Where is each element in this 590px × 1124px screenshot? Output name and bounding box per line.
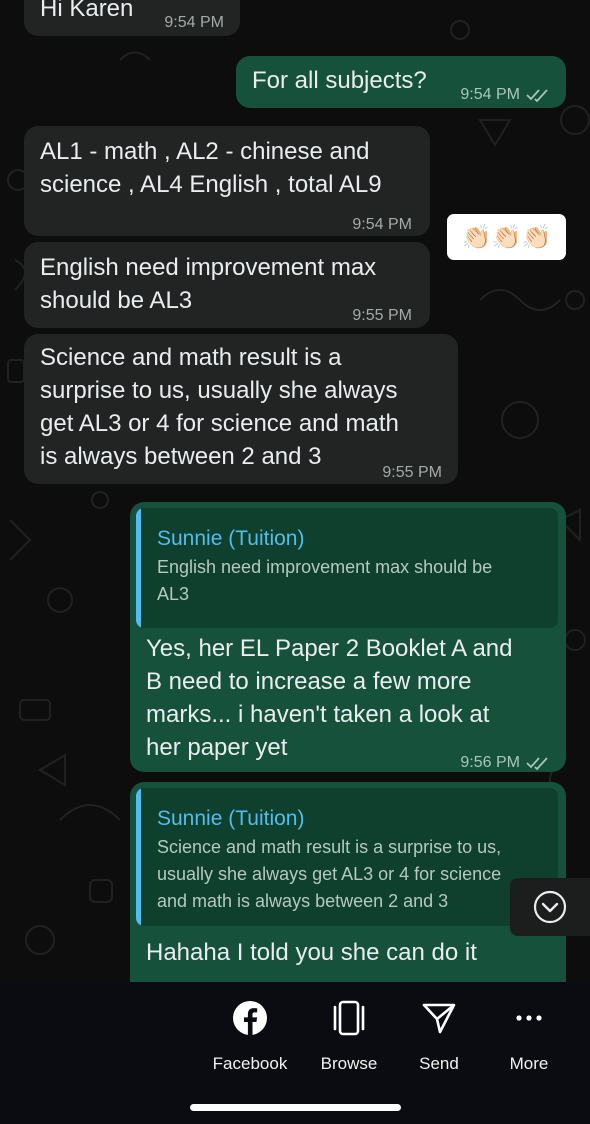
message-bubble-incoming[interactable]: Science and math result is a surprise to… <box>24 334 458 484</box>
message-bubble-incoming[interactable]: AL1 - math , AL2 - chinese and science ,… <box>24 126 430 236</box>
message-text: For all subjects? <box>252 67 427 94</box>
message-time: 9:55 PM <box>382 464 442 481</box>
send-button[interactable]: Send <box>394 996 484 1074</box>
message-bubble-incoming[interactable]: Hi Karen 9:54 PM <box>24 0 240 36</box>
message-time: 9:55 PM <box>352 307 412 324</box>
quote-sender-name: Sunnie (Tuition) <box>157 807 305 830</box>
facebook-icon <box>233 1001 267 1035</box>
message-bubble-outgoing[interactable]: For all subjects? 9:54 PM <box>236 56 566 108</box>
message-meta: 9:56 PM <box>460 746 550 779</box>
quote-text: English need improvement max should be A… <box>157 557 493 604</box>
quote-accent-bar <box>136 508 141 628</box>
chat-area[interactable]: Hi Karen 9:54 PM For all subjects? 9:54 … <box>0 0 590 982</box>
read-ticks-icon <box>526 756 548 770</box>
message-bubble-outgoing-reply[interactable]: Sunnie (Tuition) Science and math result… <box>130 782 566 982</box>
quoted-message[interactable]: Sunnie (Tuition) Science and math result… <box>136 788 558 926</box>
message-text: Yes, her EL Paper 2 Booklet A and B need… <box>146 635 513 761</box>
chevron-down-circle-icon <box>533 890 567 924</box>
action-label: Browse <box>320 1054 378 1073</box>
quoted-message[interactable]: Sunnie (Tuition) English need improvemen… <box>136 508 558 628</box>
share-action-bar: Facebook Browse Send More <box>0 982 590 1124</box>
message-text: Science and math result is a surprise to… <box>40 344 399 470</box>
quote-text: Science and math result is a surprise to… <box>157 837 502 911</box>
browse-icon <box>333 1000 365 1036</box>
message-text: English need improvement max should be A… <box>40 254 377 314</box>
message-time: 9:54 PM <box>460 86 520 103</box>
message-meta: 9:54 PM <box>460 78 550 111</box>
message-time: 9:54 PM <box>164 14 224 31</box>
message-time: 9:56 PM <box>460 754 520 771</box>
more-button[interactable]: More <box>484 996 574 1074</box>
action-label: More <box>509 1054 549 1073</box>
message-text: AL1 - math , AL2 - chinese and science ,… <box>40 138 382 198</box>
browse-button[interactable]: Browse <box>304 996 394 1074</box>
action-label: Facebook <box>212 1054 288 1073</box>
reaction-badge[interactable]: 👏🏻👏🏻👏🏻 <box>447 214 566 260</box>
home-indicator[interactable] <box>190 1104 401 1111</box>
action-label: Send <box>419 1054 459 1073</box>
clapping-hands-emoji: 👏🏻👏🏻👏🏻 <box>461 223 552 251</box>
quote-accent-bar <box>136 788 141 926</box>
message-text: Hi Karen <box>40 0 134 22</box>
quote-sender-name: Sunnie (Tuition) <box>157 527 305 550</box>
message-text: Hahaha I told you she can do it <box>146 939 477 966</box>
message-bubble-incoming[interactable]: English need improvement max should be A… <box>24 242 430 328</box>
read-ticks-icon <box>526 88 548 102</box>
facebook-button[interactable]: Facebook <box>205 996 295 1074</box>
more-icon <box>516 1015 542 1021</box>
send-icon <box>422 1003 456 1034</box>
message-bubble-outgoing-reply[interactable]: Sunnie (Tuition) English need improvemen… <box>130 502 566 772</box>
scroll-to-bottom-button[interactable] <box>510 878 590 936</box>
message-time: 9:54 PM <box>352 216 412 233</box>
